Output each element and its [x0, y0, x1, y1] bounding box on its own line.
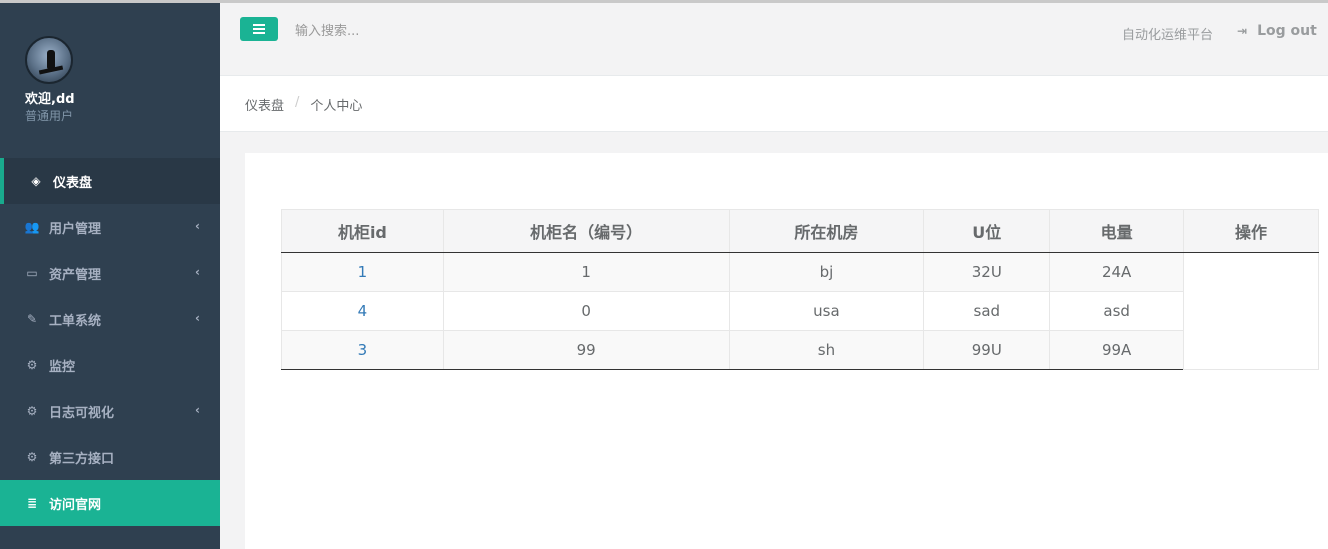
breadcrumb-separator: / [295, 95, 300, 110]
welcome-text[interactable]: 欢迎,dd [25, 92, 205, 108]
sidebar-item-5[interactable]: ⚙ 日志可视化 ‹ [0, 388, 220, 434]
room-cell: sh [728, 330, 925, 370]
users-icon: 👥 [24, 220, 40, 234]
cabinet-id-cell[interactable]: 4 [281, 291, 444, 331]
sidebar-item-6[interactable]: ⚙ 第三方接口 [0, 434, 220, 480]
top-navbar: 自动化运维平台 ⇥ Log out [220, 3, 1328, 76]
column-header[interactable]: 所在机房 [728, 209, 925, 253]
sign-out-icon: ⇥ [1237, 24, 1248, 38]
table-row: 1 1 bj 32U 24A [281, 252, 1319, 370]
sidebar-item-label: 仪表盘 [53, 175, 93, 191]
room-cell: usa [728, 291, 925, 331]
breadcrumb: 仪表盘 / 个人中心 [245, 95, 362, 114]
cogs-icon: ⚙ [26, 404, 38, 418]
u-position-cell: 32U [923, 252, 1051, 292]
platform-title: 自动化运维平台 [1122, 28, 1214, 43]
table-row: 3 99 sh 99U 99A [281, 330, 1319, 370]
avatar[interactable] [25, 36, 73, 84]
sidebar: 欢迎,dd 普通用户 ◈ 仪表盘 👥 用户管理 ‹ ▭ 资产管理 ‹ ✎ 工单系统 ‹ ⚙ 监控 ⚙ 日志可… [0, 3, 220, 549]
column-header[interactable]: 电量 [1049, 209, 1185, 253]
logout-link[interactable]: ⇥ Log out [1237, 23, 1317, 39]
power-cell: 99A [1049, 330, 1185, 370]
hdd-icon: ▭ [26, 266, 38, 280]
room-cell: bj [728, 252, 925, 292]
cabinet-id-link[interactable]: 4 [358, 302, 368, 320]
bars-icon [253, 24, 265, 26]
sidebar-item-0[interactable]: ◈ 仪表盘 [0, 158, 220, 204]
table-header-row: 机柜id 机柜名（编号） 所在机房 U位 电量 操作 [281, 209, 1319, 253]
u-position-cell: sad [923, 291, 1051, 331]
menu-toggle-button[interactable] [240, 17, 278, 41]
power-cell: asd [1049, 291, 1185, 331]
cabinet-name-cell: 0 [442, 291, 730, 331]
sidebar-item-label: 用户管理 [49, 221, 102, 237]
sidebar-item-label: 资产管理 [49, 267, 102, 283]
column-header[interactable]: 操作 [1183, 209, 1319, 253]
sidebar-item-label: 监控 [49, 359, 76, 375]
sidebar-item-7[interactable]: ≣ 访问官网 [0, 480, 220, 526]
sidebar-item-4[interactable]: ⚙ 监控 [0, 342, 220, 388]
table-row: 4 0 usa sad asd [281, 291, 1319, 331]
cabinet-table: 机柜id 机柜名（编号） 所在机房 U位 电量 操作 1 1 bj 32U 24… [281, 209, 1319, 370]
sidebar-item-3[interactable]: ✎ 工单系统 ‹ [0, 296, 220, 342]
logout-label: Log out [1257, 23, 1317, 39]
column-header[interactable]: U位 [923, 209, 1051, 253]
sidebar-item-label: 访问官网 [49, 497, 102, 513]
chevron-left-icon: ‹ [195, 403, 200, 417]
chevron-left-icon: ‹ [195, 311, 200, 325]
u-position-cell: 99U [923, 330, 1051, 370]
cabinet-id-cell[interactable]: 1 [281, 252, 444, 292]
cogs-icon: ⚙ [26, 358, 38, 372]
cabinet-name-cell: 1 [442, 252, 730, 292]
actions-cell [1183, 252, 1319, 370]
edit-icon: ✎ [26, 312, 38, 326]
gitlab-icon: ◈ [31, 174, 41, 188]
user-profile: 欢迎,dd 普通用户 [25, 36, 205, 124]
cogs-icon: ⚙ [26, 450, 38, 464]
database-icon: ≣ [26, 496, 38, 510]
sidebar-item-1[interactable]: 👥 用户管理 ‹ [0, 204, 220, 250]
sidebar-item-label: 日志可视化 [49, 405, 115, 421]
content-panel: 机柜id 机柜名（编号） 所在机房 U位 电量 操作 1 1 bj 32U 24… [245, 153, 1328, 549]
sidebar-item-2[interactable]: ▭ 资产管理 ‹ [0, 250, 220, 296]
sidebar-item-label: 第三方接口 [49, 451, 115, 467]
cabinet-id-link[interactable]: 1 [358, 263, 368, 281]
chevron-left-icon: ‹ [195, 265, 200, 279]
cabinet-name-cell: 99 [442, 330, 730, 370]
search-input[interactable] [295, 21, 595, 41]
cabinet-id-link[interactable]: 3 [358, 341, 368, 359]
chevron-left-icon: ‹ [195, 219, 200, 233]
user-role: 普通用户 [25, 109, 74, 123]
breadcrumb-item-profile: 个人中心 [310, 99, 363, 114]
sidebar-item-label: 工单系统 [49, 313, 102, 329]
breadcrumb-item-dashboard[interactable]: 仪表盘 [245, 95, 284, 114]
sidebar-nav: ◈ 仪表盘 👥 用户管理 ‹ ▭ 资产管理 ‹ ✎ 工单系统 ‹ ⚙ 监控 ⚙ 日志可视化 ‹ ⚙ 第三方接口 ≣ 访… [0, 158, 220, 526]
breadcrumb-bar: 仪表盘 / 个人中心 [220, 76, 1328, 132]
column-header[interactable]: 机柜名（编号） [442, 209, 730, 253]
cabinet-id-cell[interactable]: 3 [281, 330, 444, 370]
column-header[interactable]: 机柜id [281, 209, 444, 253]
power-cell: 24A [1049, 252, 1185, 292]
